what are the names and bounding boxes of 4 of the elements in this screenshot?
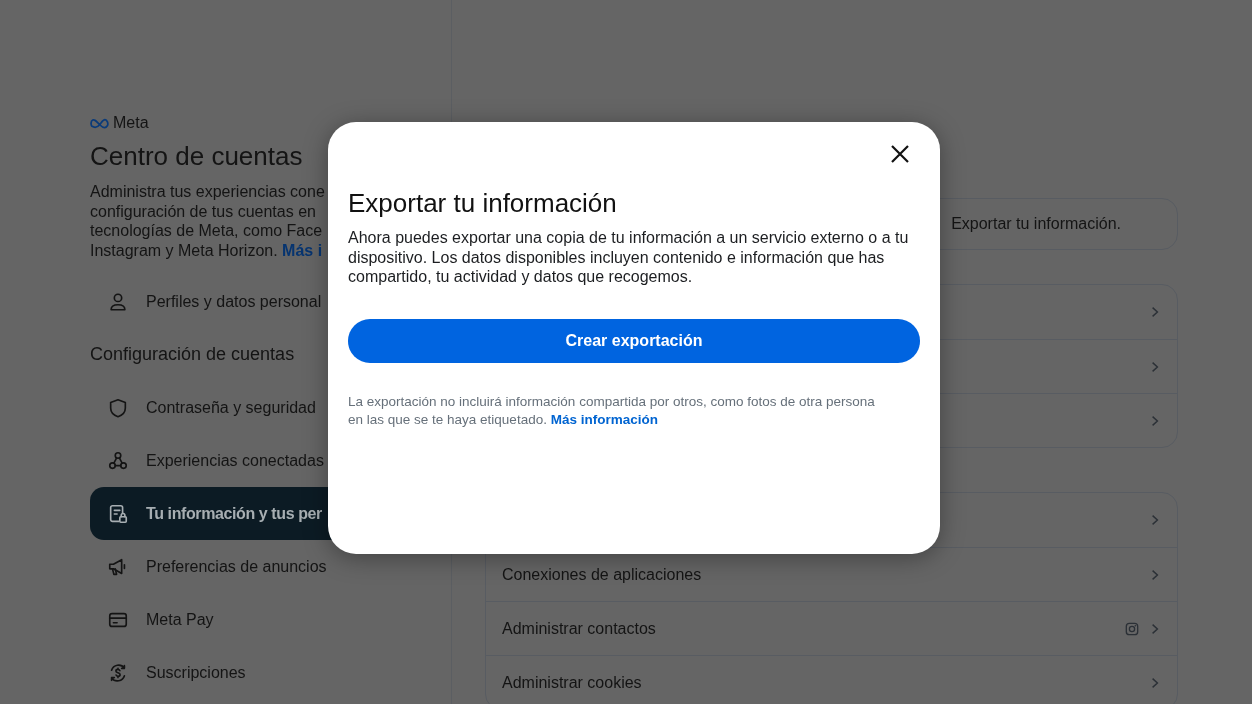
page-title: Centro de cuentas (90, 140, 304, 172)
brand-name: Meta (113, 114, 149, 132)
section-heading: Configuración de cuentas (90, 343, 296, 366)
footnote-text: La exportación no incluirá información compartida por otros, como fotos de otra persona en las que se te haya etiquetado. Más información (348, 392, 876, 429)
